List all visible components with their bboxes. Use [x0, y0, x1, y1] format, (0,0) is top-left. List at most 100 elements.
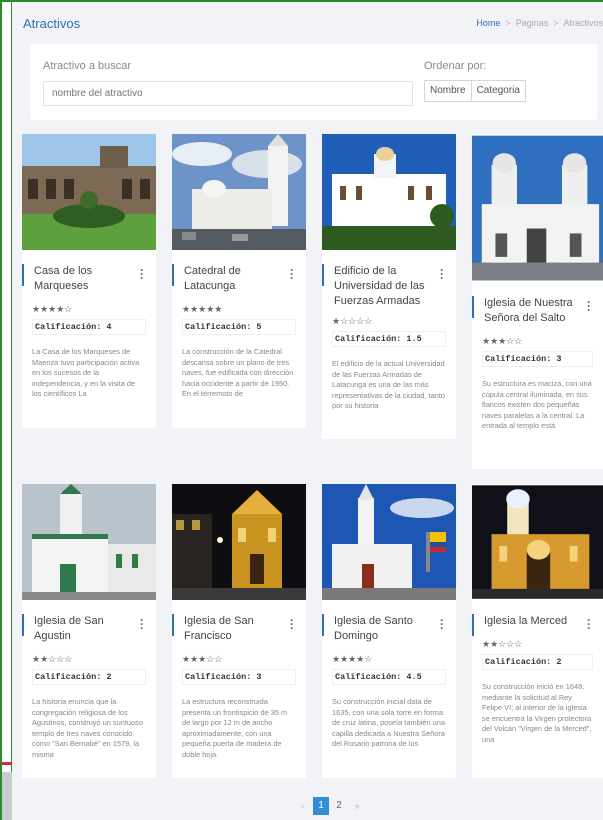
rating-value: 3 [556, 354, 562, 364]
rating-value: 5 [256, 322, 262, 332]
breadcrumb: Home > Paginas > Atractivos [476, 18, 603, 28]
rating-prefix: Calificación: [35, 322, 102, 332]
left-sidebar-edge [0, 0, 12, 820]
rating-prefix: Calificación: [35, 672, 102, 682]
more-options-icon[interactable]: · · · [138, 264, 146, 284]
attraction-description: El edificio de la actual Universidad de … [332, 359, 445, 410]
attraction-title[interactable]: Catedral de Latacunga [184, 264, 286, 294]
attraction-card[interactable]: Edificio de la Universidad de las Fuerza… [322, 134, 456, 439]
star-rating: ★★★☆☆ [182, 654, 223, 664]
main-content: Atractivos Home > Paginas > Atractivos Atrac… [12, 2, 603, 820]
star-rating: ★★★★☆ [332, 654, 373, 664]
star-rating: ★★★★★ [182, 304, 223, 314]
pagination: ‹ 1 2 » [295, 797, 367, 815]
attraction-title[interactable]: Casa de los Marqueses [34, 264, 136, 294]
sidebar-grey-block [0, 772, 12, 820]
attraction-image-casa-marqueses[interactable] [22, 134, 156, 250]
attraction-image-nuestra-senora-salto[interactable] [472, 134, 603, 282]
breadcrumb-separator: > [553, 18, 559, 28]
card-header: Edificio de la Universidad de las Fuerza… [322, 264, 456, 309]
attraction-description: La estructura reconstruida presenta un f… [182, 697, 288, 759]
attraction-image-santo-domingo[interactable] [322, 484, 456, 600]
breadcrumb-separator: > [505, 18, 511, 28]
attraction-description: Su estructura es maciza, con una cúpula … [482, 379, 592, 430]
attraction-description: Su construcción inicial data de 1635, co… [332, 697, 445, 748]
attraction-description: La construcción de la Catedral descansa … [182, 347, 294, 398]
more-options-icon[interactable]: · · · [138, 614, 146, 634]
pagination-next-button[interactable]: » [349, 797, 365, 815]
rating-prefix: Calificación: [335, 334, 402, 344]
rating-value: 1.5 [406, 334, 422, 344]
rating-prefix: Calificación: [485, 354, 552, 364]
rating-value: 2 [556, 657, 562, 667]
attraction-card[interactable]: Casa de los Marqueses · · · ★★★★☆ Califica… [22, 134, 156, 428]
more-options-icon[interactable]: · · · [288, 614, 296, 634]
rating-box: Calificación: 1.5 [332, 331, 446, 347]
filter-panel: Atractivo a buscar Ordenar por: Nombre C… [30, 44, 597, 120]
breadcrumb-pages-link[interactable]: Paginas [516, 18, 549, 28]
pagination-page-1[interactable]: 1 [313, 797, 329, 815]
attraction-card[interactable]: Catedral de Latacunga · · · ★★★★★ Califica… [172, 134, 306, 428]
attraction-description: La Casa de los Marqueses de Maenza tuvo … [32, 347, 140, 398]
card-header: Iglesia de San Agustin · · · [22, 614, 156, 644]
sort-by-name-button[interactable]: Nombre [424, 80, 472, 102]
sort-label: Ordenar por: [424, 60, 487, 72]
sort-button-group: Nombre Categoria [424, 80, 526, 102]
card-header: Iglesia la Merced · · · [472, 614, 603, 636]
rating-box: Calificación: 3 [182, 669, 296, 685]
attraction-card[interactable]: Iglesia de San Agustin · · · ★★☆☆☆ Calific… [22, 484, 156, 778]
pagination-prev-button[interactable]: ‹ [295, 797, 311, 815]
pagination-page-2[interactable]: 2 [331, 797, 347, 815]
rating-box: Calificación: 2 [32, 669, 146, 685]
more-options-icon[interactable]: · · · [438, 264, 446, 284]
attraction-image-san-francisco[interactable] [172, 484, 306, 600]
attraction-title[interactable]: Iglesia de San Francisco [184, 614, 286, 644]
card-header: Casa de los Marqueses · · · [22, 264, 156, 294]
rating-box: Calificación: 4 [32, 319, 146, 335]
card-header: Catedral de Latacunga · · · [172, 264, 306, 294]
search-input[interactable] [43, 81, 413, 106]
attraction-description: Su construcción inició en 1648, mediante… [482, 682, 592, 744]
card-header: Iglesia de Nuestra Señora del Salto · · · [472, 296, 603, 326]
star-rating: ★★☆☆☆ [32, 654, 73, 664]
breadcrumb-home-link[interactable]: Home [476, 18, 500, 28]
attraction-image-catedral-latacunga[interactable] [172, 134, 306, 250]
rating-box: Calificación: 5 [182, 319, 296, 335]
attraction-card[interactable]: Iglesia de San Francisco · · · ★★★☆☆ Calif… [172, 484, 306, 778]
rating-box: Calificación: 3 [482, 351, 593, 367]
attraction-image-edificio-universidad[interactable] [322, 134, 456, 250]
attraction-description: La historia enuncia que la congregación … [32, 697, 143, 759]
star-rating: ★☆☆☆☆ [332, 316, 373, 326]
rating-value: 4 [106, 322, 112, 332]
card-header: Iglesia de San Francisco · · · [172, 614, 306, 644]
attraction-image-la-merced[interactable] [472, 484, 603, 600]
rating-box: Calificación: 4.5 [332, 669, 446, 685]
rating-prefix: Calificación: [185, 322, 252, 332]
more-options-icon[interactable]: · · · [288, 264, 296, 284]
sort-by-category-button[interactable]: Categoria [471, 80, 526, 102]
attraction-title[interactable]: Iglesia de San Agustin [34, 614, 136, 644]
breadcrumb-current: Atractivos [563, 18, 603, 28]
star-rating: ★★★☆☆ [482, 336, 523, 346]
search-label: Atractivo a buscar [43, 60, 132, 72]
attraction-title[interactable]: Iglesia de Nuestra Señora del Salto [484, 296, 583, 326]
rating-prefix: Calificación: [335, 672, 402, 682]
rating-prefix: Calificación: [485, 657, 552, 667]
rating-value: 3 [256, 672, 262, 682]
rating-value: 2 [106, 672, 112, 682]
more-options-icon[interactable]: · · · [585, 296, 593, 316]
sidebar-red-marker [0, 762, 12, 765]
more-options-icon[interactable]: · · · [585, 614, 593, 634]
rating-prefix: Calificación: [185, 672, 252, 682]
star-rating: ★★★★☆ [32, 304, 73, 314]
attraction-card[interactable]: Iglesia la Merced · · · ★★☆☆☆ Calificación… [472, 484, 603, 778]
star-rating: ★★☆☆☆ [482, 639, 523, 649]
attraction-card[interactable]: Iglesia de Nuestra Señora del Salto · · · … [472, 134, 603, 469]
rating-box: Calificación: 2 [482, 654, 593, 670]
attraction-title[interactable]: Iglesia de Santo Domingo [334, 614, 436, 644]
attraction-title[interactable]: Edificio de la Universidad de las Fuerza… [334, 264, 436, 309]
attraction-image-san-agustin[interactable] [22, 484, 156, 600]
attraction-title[interactable]: Iglesia la Merced [484, 614, 583, 629]
attraction-card[interactable]: Iglesia de Santo Domingo · · · ★★★★☆ Calif… [322, 484, 456, 778]
more-options-icon[interactable]: · · · [438, 614, 446, 634]
